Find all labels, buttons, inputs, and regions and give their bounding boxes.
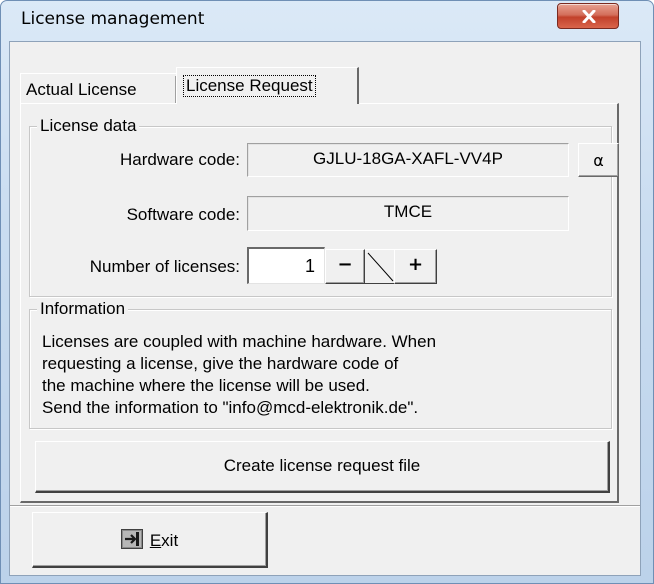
create-license-request-label: Create license request file xyxy=(223,456,421,475)
exit-button[interactable]: Exit xyxy=(32,512,268,568)
tab-license-request[interactable]: License Request xyxy=(176,67,359,104)
information-line: Send the information to "info@mcd-elektr… xyxy=(42,398,419,417)
alpha-button[interactable]: α xyxy=(578,143,619,177)
number-of-licenses-label: Number of licenses: xyxy=(89,257,240,276)
decrement-button[interactable]: − xyxy=(325,249,365,284)
tab-actual-license[interactable]: Actual License xyxy=(20,73,176,103)
software-code-label: Software code: xyxy=(126,205,240,224)
license-data-group-label: License data xyxy=(37,116,140,136)
tab-license-request-label: License Request xyxy=(183,75,316,97)
tab-actual-license-label: Actual License xyxy=(26,80,137,99)
exit-accelerator: E xyxy=(149,531,162,550)
information-line: requesting a license, give the hardware … xyxy=(42,354,399,373)
number-of-licenses-input[interactable]: 1 xyxy=(247,247,325,284)
information-text: Licenses are coupled with machine hardwa… xyxy=(42,331,602,419)
create-license-request-button[interactable]: Create license request file xyxy=(35,441,610,493)
exit-label-rest: xit xyxy=(161,531,179,550)
information-group-label: Information xyxy=(37,299,129,319)
window-title: License management xyxy=(21,9,205,29)
hardware-code-label: Hardware code: xyxy=(119,150,240,169)
increment-button[interactable]: + xyxy=(394,249,437,284)
software-code-field[interactable]: TMCE xyxy=(247,196,569,231)
information-line: the machine where the license will be us… xyxy=(42,376,370,395)
spin-slash-divider xyxy=(365,248,394,285)
close-button[interactable] xyxy=(557,3,619,29)
separator xyxy=(10,505,640,507)
title-bar[interactable]: License management xyxy=(1,1,653,41)
hardware-code-field[interactable]: GJLU-18GA-XAFL-VV4P xyxy=(247,143,569,177)
exit-label: Exit xyxy=(150,531,178,550)
exit-door-icon xyxy=(120,529,143,549)
close-icon xyxy=(582,10,596,23)
information-line: Licenses are coupled with machine hardwa… xyxy=(42,332,437,351)
